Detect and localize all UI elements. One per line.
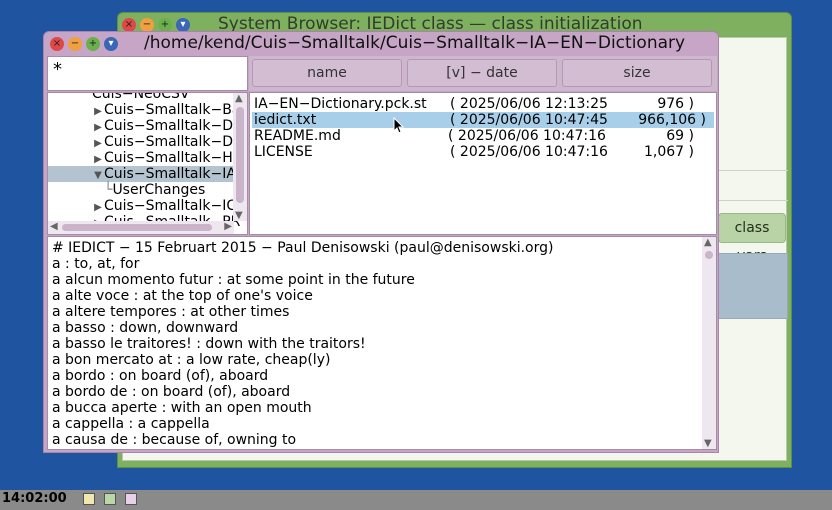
text-vertical-scrollbar[interactable]: ▲ ▼ — [702, 237, 716, 449]
text-line: a causa de : because of, owning to — [52, 432, 297, 448]
tree-item[interactable]: ▶ Cuis−Smalltalk−Hi — [92, 150, 237, 166]
window-title: /home/kend/Cuis−Smalltalk/Cuis−Smalltalk… — [144, 33, 686, 53]
taskbar: 14:02:00 — [0, 490, 832, 510]
tree-item[interactable]: ▶ Cuis−Smalltalk−De — [92, 134, 242, 150]
text-line: a bon mercato at : a low rate, cheap(ly) — [52, 352, 331, 368]
directory-tree[interactable]: Cuis−NeoCSV ▶ Cuis−Smalltalk−Ba ▶ Cuis−Sma… — [47, 92, 248, 235]
browser-pane — [718, 253, 788, 319]
clock: 14:02:00 — [2, 491, 67, 506]
tree-item-label: Cuis−Smalltalk−IC — [104, 198, 237, 214]
text-line: # IEDICT − 15 Februart 2015 − Paul Denis… — [52, 240, 554, 256]
file-size: 966,106 ) — [638, 112, 706, 128]
minimize-button[interactable]: − — [68, 37, 82, 51]
file-browser-window[interactable]: × − + ▾ /home/kend/Cuis−Smalltalk/Cuis−S… — [43, 31, 719, 453]
tree-item[interactable]: └UserChanges — [104, 182, 205, 198]
scroll-down-icon[interactable]: ▼ — [704, 438, 712, 449]
tree-item-label: Cuis−Smalltalk−De — [104, 118, 242, 134]
divider — [716, 170, 788, 171]
scroll-down-icon[interactable]: ▼ — [235, 210, 243, 221]
file-row[interactable]: LICENSE ( 2025/06/06 10:47:16 1,067 ) — [252, 144, 714, 160]
file-name: iedict.txt — [254, 112, 317, 128]
window-menu-button[interactable]: ▾ — [104, 37, 118, 51]
tree-item-label: Cuis−Smalltalk−Ba — [104, 102, 241, 118]
maximize-button[interactable]: + — [86, 37, 100, 51]
tree-item[interactable]: ▶ Cuis−Smalltalk−De — [92, 118, 242, 134]
file-name: README.md — [254, 128, 341, 144]
class-vars-button[interactable]: class vars — [718, 213, 786, 264]
tree-item-label: Cuis−Smalltalk−IA — [104, 166, 236, 182]
tree-horizontal-scrollbar[interactable]: ◀ ▶ — [48, 221, 234, 234]
filter-input[interactable]: * — [47, 56, 248, 91]
tree-vertical-scrollbar[interactable]: ▲ ▼ — [233, 93, 247, 221]
scroll-left-icon[interactable]: ◀ — [50, 221, 58, 232]
tree-item-label: Cuis−NeoCSV — [92, 92, 190, 102]
text-line: a basso le traitores! : down with the tr… — [52, 336, 366, 352]
scroll-thumb[interactable] — [705, 251, 713, 259]
file-list[interactable]: IA−EN−Dictionary.pck.st ( 2025/06/06 12:… — [249, 92, 717, 235]
tree-item[interactable]: ▶ Cuis−Smalltalk−Ba — [92, 102, 240, 118]
size-column-button[interactable]: size — [562, 59, 712, 87]
divider — [716, 200, 788, 201]
file-contents-text[interactable]: # IEDICT − 15 Februart 2015 − Paul Denis… — [47, 236, 717, 450]
text-line: a bucca aperte : with an open mouth — [52, 400, 312, 416]
file-name: IA−EN−Dictionary.pck.st — [254, 96, 427, 112]
file-size: 1,067 ) — [644, 144, 694, 160]
file-name: LICENSE — [254, 144, 313, 160]
text-line: a basso : down, downward — [52, 320, 239, 336]
scroll-right-icon[interactable]: ▶ — [224, 221, 232, 232]
text-line: a altere tempores : at other times — [52, 304, 290, 320]
scroll-up-icon[interactable]: ▲ — [235, 93, 243, 104]
filter-text: * — [53, 59, 62, 80]
taskbar-window-icon[interactable] — [104, 493, 116, 505]
tree-item-label: Cuis−Smalltalk−De — [104, 134, 242, 150]
taskbar-window-icon[interactable] — [83, 493, 95, 505]
tree-item-selected[interactable]: ▼ Cuis−Smalltalk−IA — [48, 166, 236, 184]
text-line: a alcun momento futur : at some point in… — [52, 272, 415, 288]
tree-item[interactable]: ▶ Cuis−Smalltalk−IC — [92, 198, 236, 214]
window-menu-button[interactable]: ▾ — [176, 18, 190, 32]
tree-item-label: Cuis−Smalltalk−Hi — [104, 150, 237, 166]
text-line: a alte voce : at the top of one's voice — [52, 288, 313, 304]
scroll-thumb[interactable] — [236, 107, 244, 203]
scroll-up-icon[interactable]: ▲ — [704, 237, 712, 248]
file-row[interactable]: README.md ( 2025/06/06 10:47:16 69 ) — [252, 128, 714, 144]
text-line: a bordo de : on board (of), aboard — [52, 384, 291, 400]
date-column-button[interactable]: [v] − date — [407, 59, 557, 87]
file-size: 69 ) — [666, 128, 694, 144]
file-date: ( 2025/06/06 10:47:45 — [450, 112, 608, 128]
taskbar-window-icon[interactable] — [125, 493, 137, 505]
column-header-bar: name [v] − date size — [249, 56, 717, 91]
file-date: ( 2025/06/06 10:47:16 — [450, 144, 608, 160]
text-line: a bordo : on board (of), aboard — [52, 368, 269, 384]
tree-item[interactable]: Cuis−NeoCSV — [92, 92, 190, 102]
collapse-arrow-icon[interactable]: ▼ — [92, 168, 104, 184]
minimize-button[interactable]: − — [140, 18, 154, 32]
file-date: ( 2025/06/06 10:47:16 — [448, 128, 606, 144]
maximize-button[interactable]: + — [158, 18, 172, 32]
text-line: a : to, at, for — [52, 256, 140, 272]
name-column-button[interactable]: name — [252, 59, 402, 87]
text-line: a cappella : a cappella — [52, 416, 210, 432]
close-button[interactable]: × — [122, 18, 136, 32]
scroll-thumb[interactable] — [62, 224, 212, 231]
file-date: ( 2025/06/06 12:13:25 — [450, 96, 608, 112]
file-row[interactable]: IA−EN−Dictionary.pck.st ( 2025/06/06 12:… — [252, 96, 714, 112]
close-button[interactable]: × — [50, 37, 64, 51]
mouse-cursor-icon — [393, 117, 405, 134]
tree-item-label: UserChanges — [112, 182, 206, 198]
file-row-selected[interactable]: iedict.txt ( 2025/06/06 10:47:45 966,106… — [252, 112, 714, 128]
file-size: 976 ) — [657, 96, 694, 112]
